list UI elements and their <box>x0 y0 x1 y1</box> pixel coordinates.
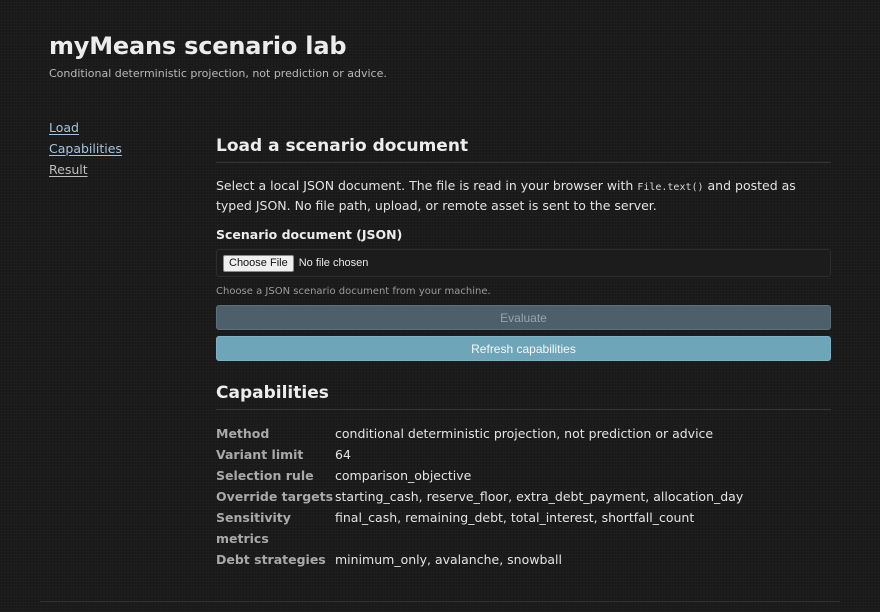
capability-key: Variant limit <box>216 447 304 462</box>
nav-link-capabilities[interactable]: Capabilities <box>49 138 189 159</box>
capabilities-heading: Capabilities <box>216 381 831 410</box>
file-status-text: No file chosen <box>298 257 369 269</box>
scenario-document-label: Scenario document (JSON) <box>216 227 403 242</box>
capability-value: final_cash, remaining_debt, total_intere… <box>335 510 695 525</box>
load-section-heading: Load a scenario document <box>216 134 831 163</box>
capability-key: Debt strategies <box>216 552 326 567</box>
capability-key: Method <box>216 426 270 441</box>
capabilities-table: Method conditional deterministic project… <box>216 423 743 570</box>
capability-row-method: Method conditional deterministic project… <box>216 423 743 444</box>
nav-link-load[interactable]: Load <box>49 117 189 138</box>
capability-value: 64 <box>335 447 351 462</box>
file-input-container: Choose File No file chosen <box>216 249 831 277</box>
choose-file-button[interactable]: Choose File <box>223 254 294 272</box>
nav-link-result[interactable]: Result <box>49 159 189 180</box>
capability-row-selection-rule: Selection rule comparison_objective <box>216 465 743 486</box>
capability-row-debt-strategies: Debt strategies minimum_only, avalanche,… <box>216 549 743 570</box>
app-title: myMeans scenario lab <box>49 32 347 60</box>
app-subtitle: Conditional deterministic projection, no… <box>49 67 387 80</box>
evaluate-button[interactable]: Evaluate <box>216 305 831 330</box>
capability-row-sensitivity-metrics: Sensitivity metrics final_cash, remainin… <box>216 507 743 549</box>
footer-divider <box>40 601 840 602</box>
file-text-code: File.text() <box>637 182 704 193</box>
page-header: myMeans scenario lab Conditional determi… <box>49 30 829 82</box>
capability-value: comparison_objective <box>335 468 472 483</box>
capability-key: Override targets <box>216 489 334 504</box>
capability-key: Sensitivity metrics <box>216 510 291 546</box>
load-description-text-start: Select a local JSON document. The file i… <box>216 178 638 193</box>
load-description: Select a local JSON document. The file i… <box>216 177 831 215</box>
capabilities-section: Capabilities Method conditional determin… <box>216 381 831 570</box>
side-nav: Load Capabilities Result <box>49 117 189 180</box>
main-content: Load a scenario document Select a local … <box>216 134 831 570</box>
capability-row-variant-limit: Variant limit 64 <box>216 444 743 465</box>
refresh-capabilities-button[interactable]: Refresh capabilities <box>216 336 831 361</box>
capability-value: conditional deterministic projection, no… <box>335 426 714 441</box>
capability-value: minimum_only, avalanche, snowball <box>335 552 563 567</box>
file-help-text: Choose a JSON scenario document from you… <box>216 286 491 297</box>
capability-key: Selection rule <box>216 468 314 483</box>
capability-value: starting_cash, reserve_floor, extra_debt… <box>335 489 744 504</box>
capability-row-override-targets: Override targets starting_cash, reserve_… <box>216 486 743 507</box>
load-section: Load a scenario document Select a local … <box>216 134 831 361</box>
